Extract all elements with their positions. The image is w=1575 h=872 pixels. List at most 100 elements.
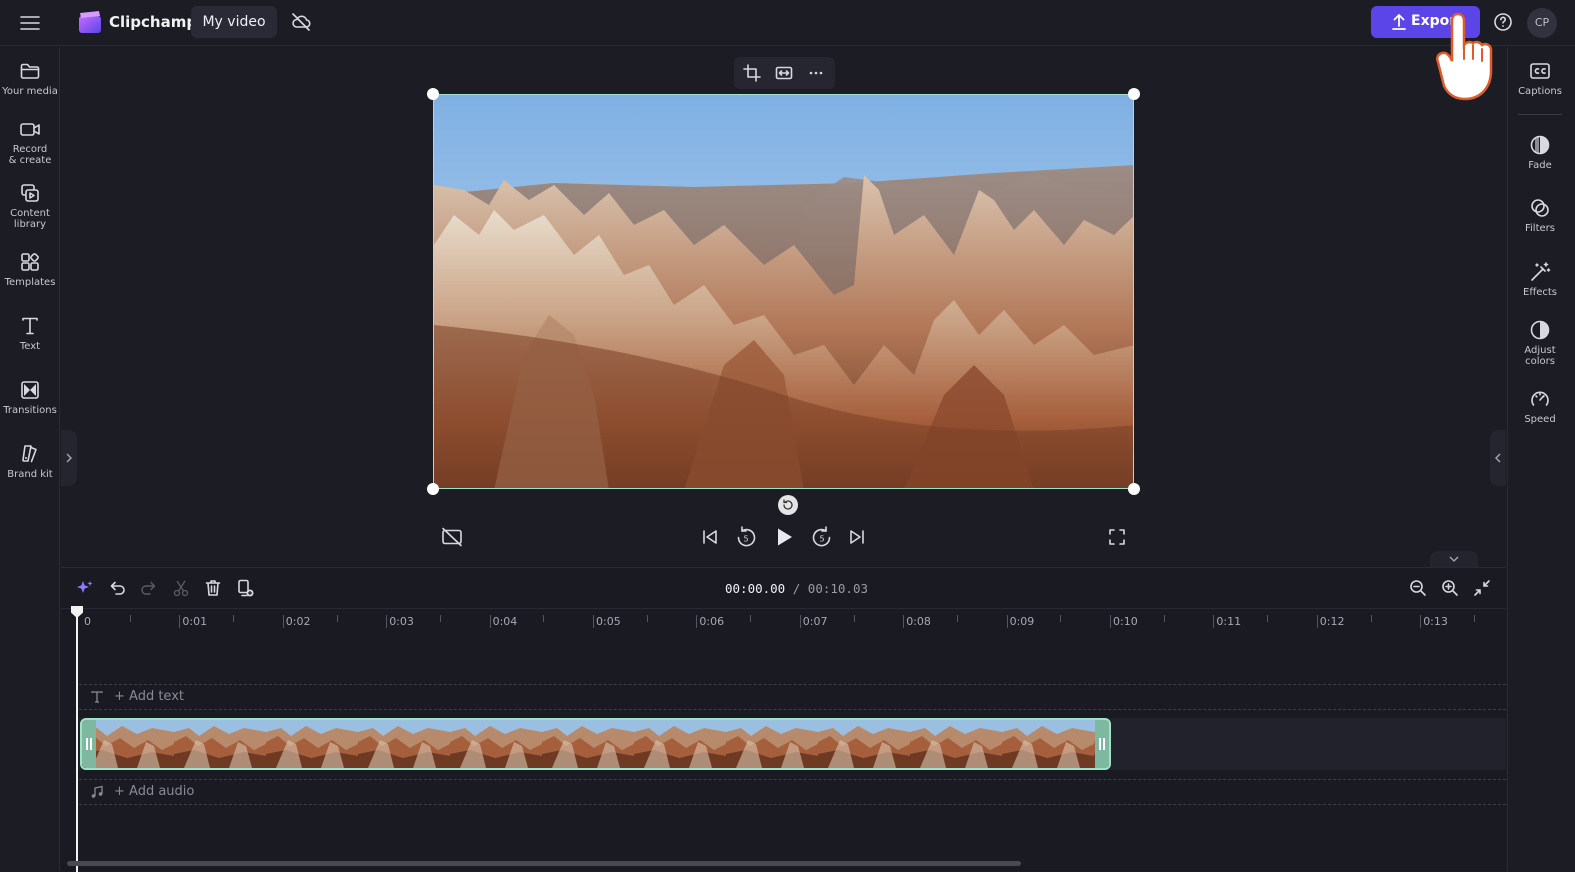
resize-handle-top-left[interactable] xyxy=(427,88,439,100)
captions-icon xyxy=(1530,63,1550,79)
add-audio-lane[interactable]: + Add audio xyxy=(79,779,1506,805)
nav-transitions[interactable]: Transitions xyxy=(0,379,60,416)
camera-icon xyxy=(20,123,40,136)
nav-your-media[interactable]: Your media xyxy=(0,60,60,97)
sidebar-divider xyxy=(1518,114,1562,115)
ruler-major-tick xyxy=(179,615,181,628)
nav-adjust-colors[interactable]: Adjust colors xyxy=(1508,319,1572,367)
ruler-major-tick xyxy=(799,615,801,628)
ruler-major-tick xyxy=(386,615,388,628)
ai-magic-sparkle-icon[interactable] xyxy=(75,578,95,598)
add-text-lane[interactable]: + Add text xyxy=(79,684,1506,710)
resize-handle-top-right[interactable] xyxy=(1128,88,1140,100)
nav-filters[interactable]: Filters xyxy=(1508,197,1572,234)
fit-icon[interactable] xyxy=(775,64,793,82)
delete-trash-icon[interactable] xyxy=(203,578,223,598)
left-panel-expand-button[interactable] xyxy=(61,430,77,486)
hide-captions-icon[interactable] xyxy=(441,527,463,547)
nav-content-library[interactable]: Content library xyxy=(0,182,60,230)
resize-handle-bottom-left[interactable] xyxy=(427,483,439,495)
nav-record-create[interactable]: Record & create xyxy=(0,118,60,166)
duplicate-icon[interactable] xyxy=(235,578,255,598)
fullscreen-icon[interactable] xyxy=(1107,527,1127,547)
zoom-in-icon[interactable] xyxy=(1440,578,1460,598)
video-clip[interactable] xyxy=(80,718,1111,770)
timeline-horizontal-scrollbar[interactable] xyxy=(67,861,1021,866)
right-sidebar: Captions Fade Filters Effects Adjust col… xyxy=(1507,47,1575,871)
more-options-icon[interactable] xyxy=(807,64,825,82)
user-avatar[interactable]: CP xyxy=(1527,8,1557,38)
ruler-major-tick xyxy=(593,615,594,628)
ruler-major-tick xyxy=(1006,615,1008,628)
split-scissors-icon[interactable] xyxy=(171,578,191,598)
rotate-icon xyxy=(783,499,793,510)
ruler-major-tick xyxy=(1316,615,1318,628)
redo-icon[interactable] xyxy=(139,578,159,598)
nav-speed[interactable]: Speed xyxy=(1508,388,1572,425)
ruler-minor-tick xyxy=(1163,615,1165,622)
nav-label: Captions xyxy=(1518,86,1562,97)
music-note-icon xyxy=(90,785,104,799)
ruler-minor-tick xyxy=(129,615,131,622)
nav-brand-kit[interactable]: Brand kit xyxy=(0,443,60,480)
nav-captions[interactable]: Captions xyxy=(1508,60,1572,97)
play-icon[interactable] xyxy=(773,525,795,549)
export-button[interactable]: Export xyxy=(1371,6,1480,38)
nav-effects[interactable]: Effects xyxy=(1508,261,1572,298)
nav-label: Text xyxy=(19,341,41,352)
rewind-5-seconds-icon[interactable]: 5 xyxy=(735,525,757,549)
ruler-label: 0:04 xyxy=(492,615,518,628)
ruler-label: 0:13 xyxy=(1423,615,1448,628)
nav-fade[interactable]: Fade xyxy=(1508,134,1572,171)
ruler-minor-tick xyxy=(956,615,958,622)
skip-to-start-icon[interactable] xyxy=(700,527,720,547)
fade-icon xyxy=(1530,135,1550,155)
fit-timeline-icon[interactable] xyxy=(1472,578,1492,598)
rotate-handle[interactable] xyxy=(778,495,798,515)
clip-trim-handle-right[interactable] xyxy=(1095,720,1109,768)
zoom-out-icon[interactable] xyxy=(1408,578,1428,598)
project-name-field[interactable]: My video xyxy=(191,6,277,38)
nav-label: Effects xyxy=(1523,287,1557,298)
clipchamp-logo-icon xyxy=(77,10,103,36)
ruler-label: 0:08 xyxy=(906,615,931,628)
cloud-sync-off-icon[interactable] xyxy=(290,12,312,32)
timeline-collapse-button[interactable] xyxy=(1430,551,1478,567)
playhead[interactable] xyxy=(76,612,78,872)
resize-handle-bottom-right[interactable] xyxy=(1128,483,1140,495)
ruler-label: 0:05 xyxy=(596,615,621,628)
upload-icon xyxy=(1391,13,1407,31)
nav-templates[interactable]: Templates xyxy=(0,251,60,288)
nav-label: Brand kit xyxy=(7,469,53,480)
ruler-label: 0:12 xyxy=(1319,615,1345,628)
nav-text[interactable]: Text xyxy=(0,315,60,352)
nav-label: Your media xyxy=(2,86,58,97)
folder-icon xyxy=(20,63,40,79)
ruler-minor-tick xyxy=(1370,615,1372,622)
timeline-ruler[interactable]: 0 0:01 0:02 0:03 0:04 0:05 0:06 0:07 0:08 0:09 0:1… xyxy=(61,608,1506,632)
right-panel-collapse-button[interactable] xyxy=(1490,430,1506,486)
text-icon xyxy=(90,690,104,704)
ruler-minor-tick xyxy=(439,615,441,622)
ruler-minor-tick xyxy=(853,615,855,622)
forward-5-seconds-icon[interactable]: 5 xyxy=(811,525,833,549)
ruler-label: 0 xyxy=(84,615,91,628)
content-library-icon xyxy=(21,184,39,202)
nav-label: Content library xyxy=(10,208,50,230)
skip-to-end-icon[interactable] xyxy=(847,527,867,547)
help-icon[interactable] xyxy=(1492,11,1514,33)
undo-icon[interactable] xyxy=(107,578,127,598)
brand-kit-icon xyxy=(22,445,37,463)
video-preview[interactable] xyxy=(433,94,1134,489)
nav-label: Transitions xyxy=(3,405,57,416)
hamburger-menu-icon[interactable] xyxy=(18,12,42,34)
ruler-major-tick xyxy=(903,615,905,628)
crop-icon[interactable] xyxy=(743,64,761,82)
ruler-label: 0:09 xyxy=(1009,615,1035,628)
clip-trim-handle-left[interactable] xyxy=(82,720,96,768)
ruler-minor-tick xyxy=(336,615,338,622)
svg-text:5: 5 xyxy=(744,535,749,544)
adjust-colors-icon xyxy=(1530,320,1550,340)
nav-label: Templates xyxy=(4,277,56,288)
nav-label: Adjust colors xyxy=(1524,345,1556,367)
